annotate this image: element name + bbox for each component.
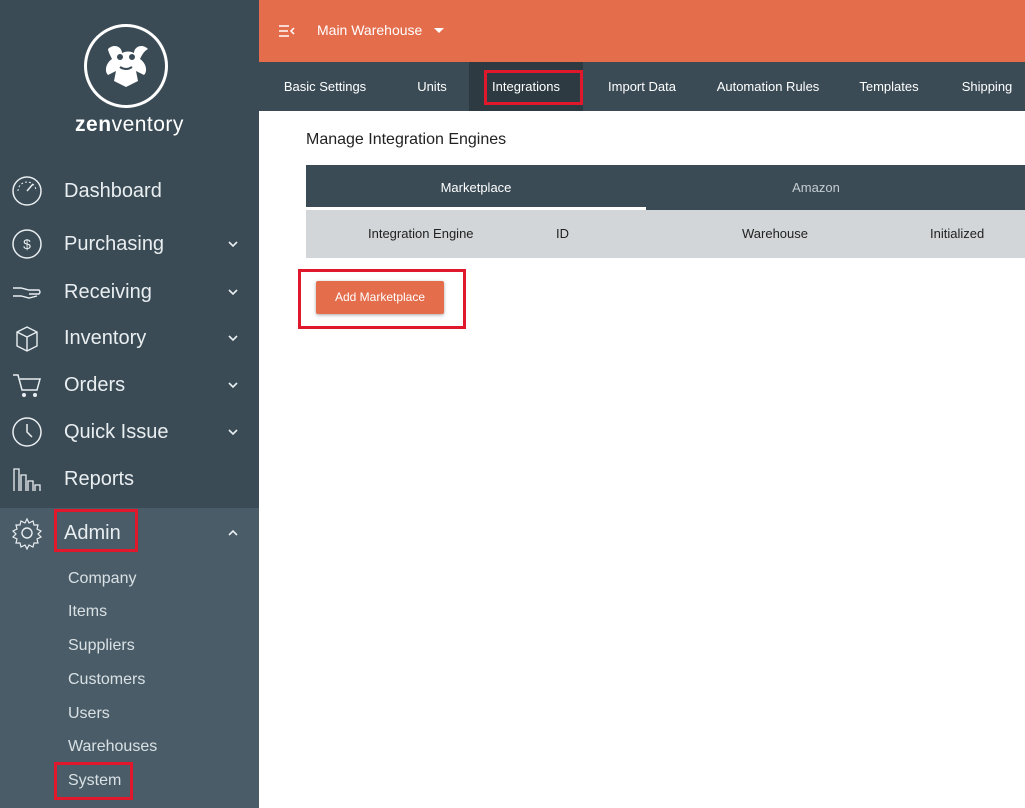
tab-units[interactable]: Units [399, 62, 465, 111]
table-tab-amazon[interactable]: Amazon [646, 165, 986, 210]
menu-collapse-icon[interactable] [279, 24, 295, 38]
sidebar-item-reports[interactable]: Reports [0, 457, 259, 501]
sidebar-item-label: Reports [64, 467, 135, 490]
sidebar-item-label: Quick Issue [64, 420, 169, 443]
admin-sub-suppliers[interactable]: Suppliers [68, 637, 135, 655]
table-header-row: Integration Engine ID Warehouse Initiali… [306, 210, 1025, 258]
tab-basic-settings[interactable]: Basic Settings [259, 62, 391, 111]
svg-text:$: $ [23, 236, 31, 252]
logo[interactable] [84, 24, 168, 108]
dollar-circle-icon: $ [10, 227, 44, 261]
sidebar-item-admin[interactable]: Admin [0, 511, 259, 555]
admin-sub-items[interactable]: Items [68, 603, 107, 621]
add-marketplace-button[interactable]: Add Marketplace [316, 281, 444, 314]
hand-icon [10, 275, 44, 309]
frog-logo-icon [105, 46, 148, 87]
bar-chart-icon [10, 462, 44, 496]
warehouse-selector[interactable]: Main Warehouse [317, 22, 422, 38]
tab-templates[interactable]: Templates [849, 62, 929, 111]
tab-integrations[interactable]: Integrations [469, 62, 583, 111]
clock-icon [10, 415, 44, 449]
sidebar-item-label: Orders [64, 373, 126, 396]
sidebar-item-label: Inventory [64, 326, 147, 349]
cart-icon [10, 368, 44, 402]
sidebar: zenventory Dashboard $ Purchasing Receiv… [0, 0, 259, 808]
column-header-warehouse: Warehouse [742, 226, 808, 241]
gear-icon [10, 516, 44, 550]
admin-sub-system[interactable]: System [68, 772, 121, 790]
brand-name: zenventory [75, 113, 184, 136]
sidebar-item-quick-issue[interactable]: Quick Issue [0, 410, 259, 454]
column-header-initialized: Initialized [930, 226, 985, 241]
chevron-up-icon[interactable] [226, 526, 240, 540]
sidebar-item-label: Admin [64, 521, 121, 544]
column-header-integration-engine: Integration Engine [368, 226, 474, 241]
sidebar-item-receiving[interactable]: Receiving [0, 270, 259, 314]
table-tab-marketplace[interactable]: Marketplace [306, 165, 646, 210]
sidebar-item-label: Purchasing [64, 232, 165, 255]
chevron-down-icon[interactable] [226, 237, 240, 251]
chevron-down-icon[interactable] [226, 285, 240, 299]
integration-table-tabs: Marketplace Amazon [306, 165, 1025, 210]
settings-tab-bar: Basic Settings Units Integrations Import… [259, 62, 1025, 111]
sidebar-item-orders[interactable]: Orders [0, 363, 259, 407]
page-title: Manage Integration Engines [306, 131, 507, 148]
box-icon [10, 321, 44, 355]
tab-automation-rules[interactable]: Automation Rules [705, 62, 831, 111]
tab-shipping[interactable]: Shipping [951, 62, 1023, 111]
chevron-down-icon[interactable] [226, 331, 240, 345]
speedometer-icon [10, 174, 44, 208]
top-bar: Main Warehouse [259, 0, 1025, 62]
sidebar-item-label: Receiving [64, 280, 152, 303]
admin-sub-users[interactable]: Users [68, 705, 110, 723]
chevron-down-icon[interactable] [226, 425, 240, 439]
admin-sub-warehouses[interactable]: Warehouses [68, 738, 157, 756]
caret-down-icon[interactable] [434, 28, 444, 33]
column-header-id: ID [556, 226, 569, 241]
sidebar-item-label: Dashboard [64, 179, 162, 202]
tab-import-data[interactable]: Import Data [593, 62, 691, 111]
sidebar-item-purchasing[interactable]: $ Purchasing [0, 222, 259, 266]
chevron-down-icon[interactable] [226, 378, 240, 392]
admin-sub-company[interactable]: Company [68, 570, 136, 588]
sidebar-item-dashboard[interactable]: Dashboard [0, 169, 259, 213]
admin-sub-customers[interactable]: Customers [68, 671, 145, 689]
sidebar-item-inventory[interactable]: Inventory [0, 316, 259, 360]
